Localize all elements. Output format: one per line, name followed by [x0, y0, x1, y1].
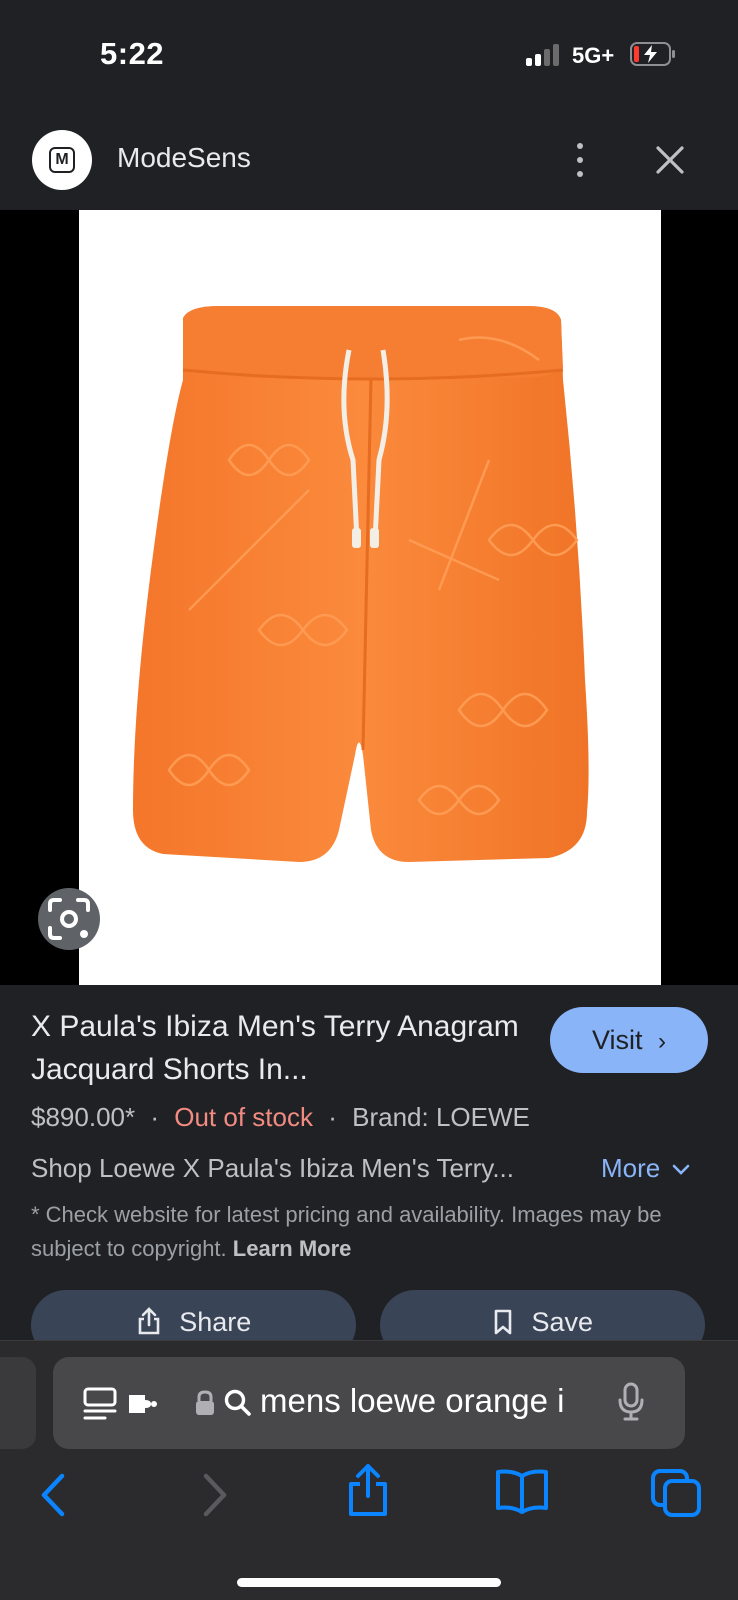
bookmarks-icon[interactable] — [494, 1468, 550, 1514]
product-info-panel: X Paula's Ibiza Men's Terry Anagram Jacq… — [0, 985, 738, 1360]
image-viewer — [0, 210, 738, 985]
battery-charging-icon — [630, 42, 675, 66]
home-indicator — [237, 1578, 501, 1587]
price: $890.00* — [31, 1102, 136, 1132]
share-icon[interactable] — [344, 1462, 392, 1520]
url-fade — [573, 1357, 613, 1449]
tabs-icon[interactable] — [650, 1468, 704, 1518]
network-type: 5G+ — [572, 43, 615, 68]
brand: Brand: LOEWE — [352, 1102, 530, 1132]
address-bar-area: mens loewe orange i — [0, 1340, 738, 1450]
site-name[interactable]: ModeSens — [117, 142, 251, 174]
bookmark-icon — [494, 1309, 512, 1335]
close-icon[interactable] — [652, 142, 688, 178]
site-favicon[interactable]: M — [32, 130, 92, 190]
address-bar[interactable]: mens loewe orange i — [53, 1357, 685, 1449]
previous-tab-peek[interactable] — [0, 1357, 36, 1449]
share-icon — [138, 1307, 160, 1335]
learn-more-link[interactable]: Learn More — [233, 1236, 352, 1261]
status-bar: 5:22 5G+ — [0, 0, 738, 110]
price-stock-brand: $890.00* · Out of stock · Brand: LOEWE — [31, 1102, 530, 1133]
lock-icon — [196, 1390, 214, 1415]
more-button[interactable]: More — [601, 1153, 691, 1184]
visit-button[interactable]: Visit › — [550, 1007, 708, 1073]
product-description: Shop Loewe X Paula's Ibiza Men's Terry..… — [31, 1153, 514, 1183]
google-lens-icon[interactable] — [38, 888, 100, 950]
more-label: More — [601, 1153, 661, 1183]
disclaimer: * Check website for latest pricing and a… — [31, 1198, 691, 1266]
microphone-icon[interactable] — [616, 1382, 646, 1422]
shorts-illustration — [133, 306, 589, 862]
chevron-right-icon: › — [658, 1028, 667, 1055]
search-icon — [224, 1389, 251, 1416]
clock: 5:22 — [100, 36, 165, 71]
cellular-signal-icon — [526, 44, 562, 66]
product-image[interactable] — [79, 210, 661, 985]
forward-icon[interactable] — [194, 1470, 234, 1520]
save-label: Save — [531, 1307, 594, 1337]
separator: · — [150, 1102, 160, 1132]
browser-toolbar — [0, 1450, 738, 1600]
url-text[interactable]: mens loewe orange i — [260, 1382, 565, 1420]
stock-status: Out of stock — [174, 1102, 313, 1132]
chevron-down-icon — [673, 1164, 690, 1175]
visit-label: Visit — [591, 1025, 643, 1055]
favicon-letter: M — [49, 147, 75, 173]
result-header: M ModeSens — [0, 110, 738, 210]
separator: · — [328, 1102, 337, 1132]
product-title[interactable]: X Paula's Ibiza Men's Terry Anagram Jacq… — [31, 1005, 531, 1091]
share-label: Share — [179, 1307, 252, 1337]
extension-icon[interactable] — [125, 1389, 161, 1419]
back-icon[interactable] — [34, 1470, 74, 1520]
more-vert-icon[interactable] — [566, 140, 594, 180]
reader-icon[interactable] — [83, 1386, 121, 1422]
